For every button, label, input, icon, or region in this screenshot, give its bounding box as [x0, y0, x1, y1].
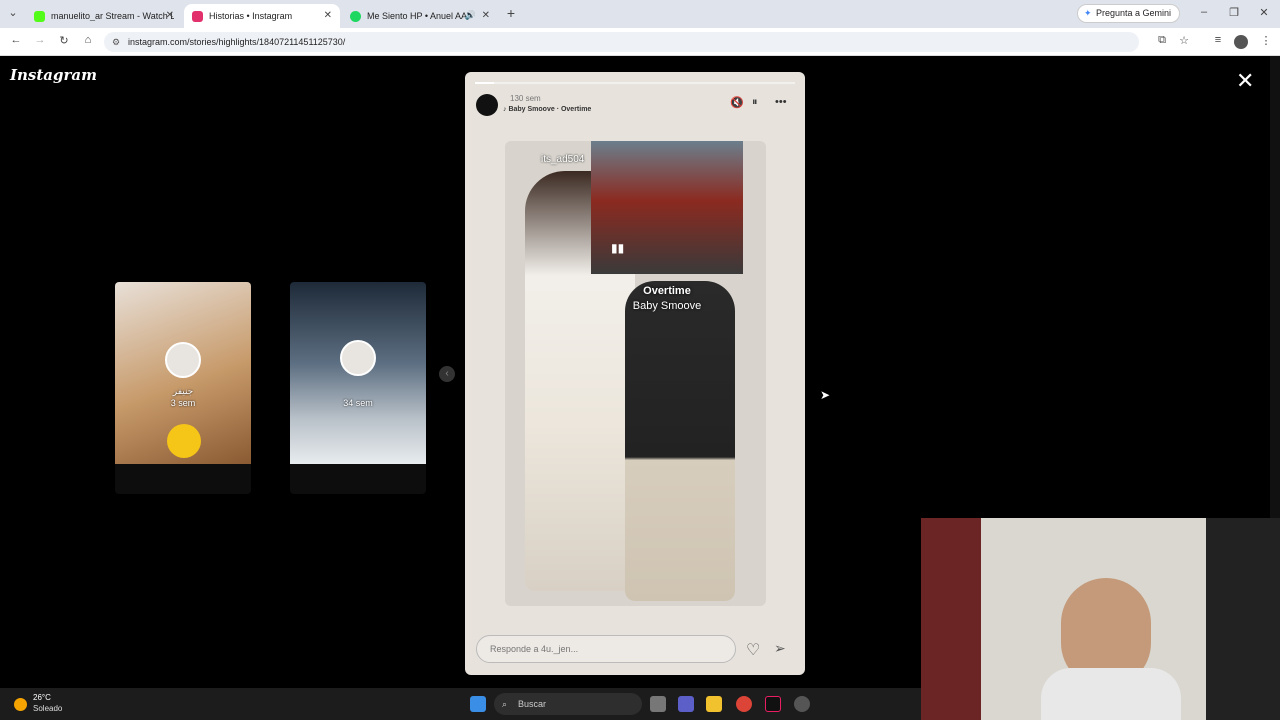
preview-username: جنيفر: [172, 386, 194, 396]
weather-temperature[interactable]: 26°C: [33, 693, 51, 702]
gemini-icon: ✦: [1084, 8, 1092, 18]
home-icon[interactable]: ⌂: [80, 34, 96, 46]
tiktok-icon[interactable]: [765, 696, 781, 712]
install-icon[interactable]: ⧉: [1154, 34, 1170, 47]
tab-label: Historias • Instagram: [209, 11, 293, 21]
webcam-shirt: [1041, 668, 1181, 720]
close-icon[interactable]: ✕: [482, 10, 490, 21]
mouse-cursor: ➤: [820, 388, 831, 402]
menu-icon[interactable]: ⋮: [1258, 34, 1274, 47]
audio-wave-icon: ▮▮: [611, 241, 625, 255]
taskbar-search[interactable]: ⌕ Buscar: [494, 693, 642, 715]
heart-icon[interactable]: ♡: [746, 640, 760, 660]
reply-input[interactable]: Responde a 4u._jen...: [476, 635, 736, 663]
weather-condition[interactable]: Soleado: [33, 704, 62, 713]
browser-toolbar: ← → ↻ ⌂ ⚙ instagram.com/stories/highligh…: [0, 28, 1280, 56]
windows-taskbar: [0, 688, 921, 720]
story-progress-bar: [475, 82, 795, 84]
teams-icon[interactable]: [678, 696, 694, 712]
story-progress-fill: [475, 82, 495, 84]
story-music-line[interactable]: ♪ Baby Smoove · Overtime: [503, 106, 591, 113]
avatar: [340, 340, 376, 376]
new-tab-button[interactable]: +: [503, 5, 519, 21]
close-icon[interactable]: ✕: [324, 10, 332, 21]
tab-instagram[interactable]: Historias • Instagram ✕: [184, 4, 340, 28]
minimize-button[interactable]: –: [1196, 6, 1212, 18]
reload-icon[interactable]: ↻: [56, 34, 72, 47]
story-time: 130 sem: [510, 94, 541, 103]
chrome-icon[interactable]: [736, 696, 752, 712]
window-close-button[interactable]: ✕: [1256, 6, 1272, 19]
avatar: [165, 342, 201, 378]
profile-avatar[interactable]: [1234, 35, 1248, 49]
instagram-logo[interactable]: Instagram: [10, 66, 97, 84]
pause-icon[interactable]: ⏸: [752, 96, 758, 109]
kick-icon: [34, 10, 45, 22]
search-icon: ⌕: [502, 699, 508, 709]
tab-label: Me Siento HP • Anuel AA: [367, 11, 468, 21]
story-preview-2[interactable]: 34 sem: [290, 282, 426, 494]
person-right: [625, 281, 735, 601]
bookmark-star-icon[interactable]: ☆: [1176, 34, 1192, 47]
gemini-button[interactable]: ✦ Pregunta a Gemini: [1077, 4, 1181, 23]
mention-sticker[interactable]: its_ad504: [541, 154, 584, 165]
webcam-overlay: [921, 518, 1280, 720]
tab-label: manuelito_ar Stream - Watch L: [51, 11, 174, 21]
spotify-icon: [350, 10, 361, 22]
gemini-label: Pregunta a Gemini: [1096, 8, 1172, 18]
send-icon[interactable]: ➢: [774, 640, 786, 657]
close-stories-icon[interactable]: ✕: [1236, 70, 1254, 92]
previous-story-button[interactable]: ‹: [439, 366, 455, 382]
forward-icon[interactable]: →: [32, 34, 48, 46]
story-preview-1[interactable]: جنيفر 3 sem: [115, 282, 251, 494]
url-text: instagram.com/stories/highlights/1840721…: [128, 37, 346, 47]
sun-icon[interactable]: [14, 698, 27, 711]
file-explorer-icon[interactable]: [706, 696, 722, 712]
task-view-icon[interactable]: [650, 696, 666, 712]
address-bar[interactable]: ⚙ instagram.com/stories/highlights/18407…: [104, 32, 1139, 52]
media-controls-icon[interactable]: ≡: [1210, 34, 1226, 46]
site-info-icon[interactable]: ⚙: [112, 32, 120, 52]
search-label: Buscar: [518, 699, 547, 709]
instagram-icon: [192, 10, 203, 22]
song-title: Overtime: [643, 285, 691, 297]
preview-time: 34 sem: [343, 398, 373, 408]
story-music-label: Baby Smoove · Overtime: [508, 106, 592, 113]
more-options-icon[interactable]: •••: [775, 96, 787, 108]
story-viewer[interactable]: 130 sem ♪ Baby Smoove · Overtime 🔇 ⏸ •••…: [465, 72, 805, 675]
back-icon[interactable]: ←: [8, 34, 24, 46]
windows-start-icon[interactable]: [470, 696, 486, 712]
emoji-sticker: [167, 424, 201, 458]
preview-time: 3 sem: [170, 398, 196, 408]
browser-tab-bar: ⌄ manuelito_ar Stream - Watch L ✕ Histor…: [0, 0, 1280, 28]
webcam-chair: [1206, 518, 1280, 720]
tab-spotify[interactable]: Me Siento HP • Anuel AA 🔊 ✕: [342, 4, 498, 28]
story-avatar[interactable]: [476, 94, 498, 116]
album-cover[interactable]: ▮▮: [591, 141, 743, 274]
mute-icon[interactable]: 🔇: [730, 96, 744, 109]
webcam-curtain: [921, 518, 981, 720]
tab-kick[interactable]: manuelito_ar Stream - Watch L ✕: [26, 4, 182, 28]
restore-button[interactable]: ❐: [1226, 6, 1242, 19]
audio-playing-icon[interactable]: 🔊: [465, 10, 476, 21]
close-icon[interactable]: ✕: [166, 10, 174, 21]
settings-icon[interactable]: [794, 696, 810, 712]
song-artist: Baby Smoove: [632, 300, 702, 312]
tab-search-icon[interactable]: ⌄: [5, 6, 21, 19]
